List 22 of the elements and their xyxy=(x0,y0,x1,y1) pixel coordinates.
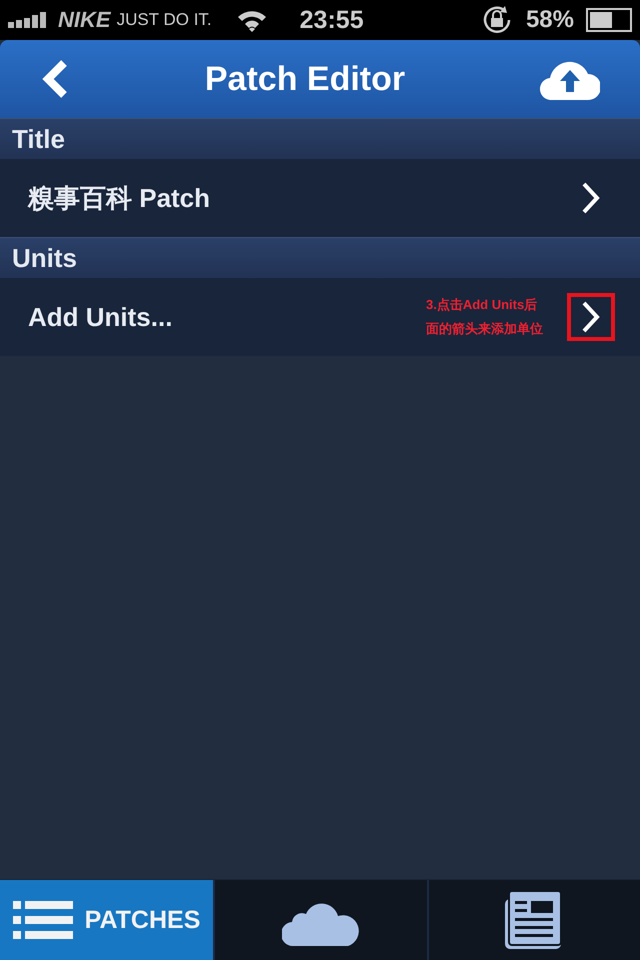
back-icon[interactable] xyxy=(40,59,70,99)
carrier-logo: NIKE xyxy=(58,7,111,33)
annotation-text: 3.点击Add Units后 xyxy=(426,296,538,314)
table-row[interactable]: Add Units... 3.点击Add Units后 面的箭头来添加单位 xyxy=(0,278,640,356)
battery-percent: 58% xyxy=(526,6,574,34)
clock-time: 23:55 xyxy=(300,6,364,34)
list-icon xyxy=(12,901,73,939)
row-label: 糗事百科 Patch xyxy=(28,182,212,214)
newspaper-icon xyxy=(505,891,564,949)
disclosure-button[interactable] xyxy=(567,293,615,341)
section-header: Title xyxy=(0,118,640,159)
screen-title: Patch Editor xyxy=(204,60,406,98)
table-row[interactable]: 糗事百科 Patch xyxy=(0,159,640,237)
carrier-name: JUST DO IT. xyxy=(116,10,212,30)
battery-icon xyxy=(586,8,632,32)
row-label: Add Units... xyxy=(28,302,174,332)
section-header: Units xyxy=(0,237,640,278)
annotation-text: 面的箭头来添加单位 xyxy=(426,320,543,338)
chevron-icon xyxy=(580,300,602,334)
tab-button[interactable]: PATCHES xyxy=(0,880,213,960)
chevron-icon xyxy=(580,181,602,215)
signal-icon xyxy=(8,12,46,28)
